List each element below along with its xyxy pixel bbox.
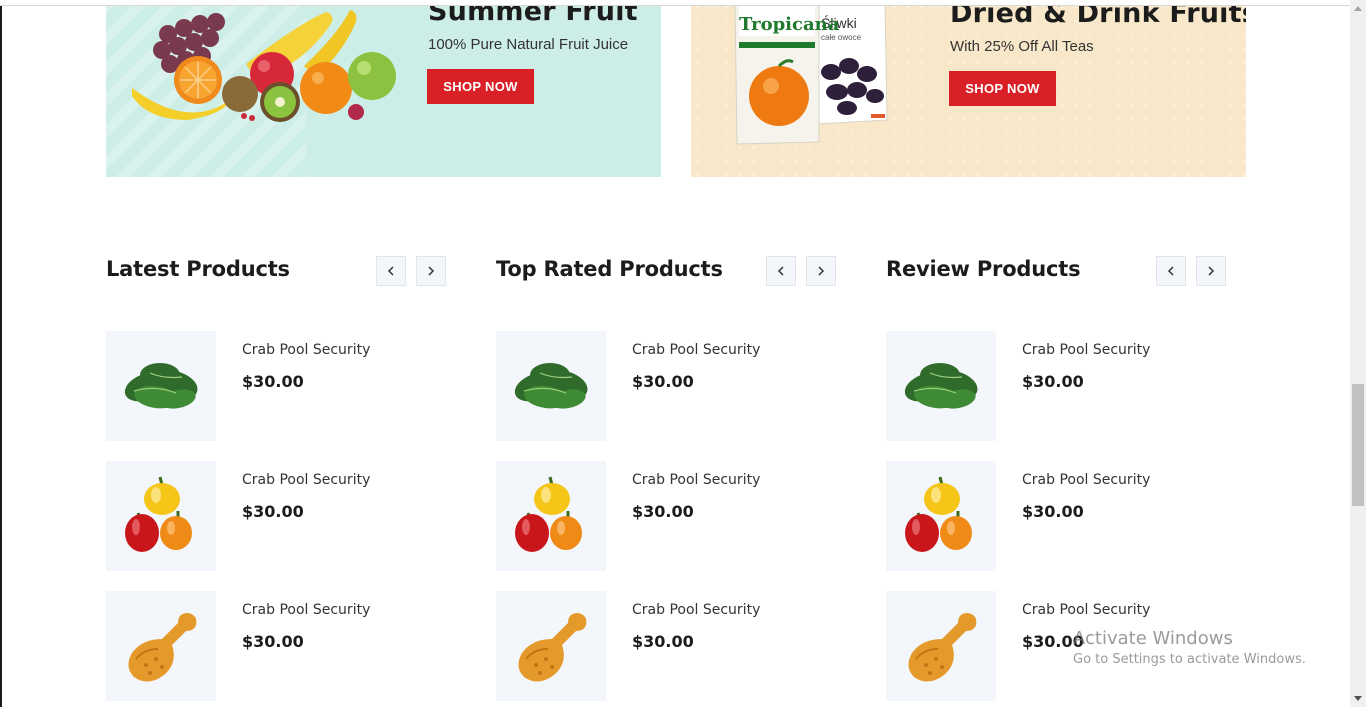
bell-peppers-image [896, 471, 986, 561]
product-price: $30.00 [632, 502, 694, 521]
scroll-down-arrow-icon[interactable] [1350, 690, 1366, 707]
section-title: Review Products [886, 257, 1081, 281]
chevron-left-icon [387, 266, 395, 276]
product-price: $30.00 [632, 372, 694, 391]
product-name[interactable]: Crab Pool Security [1022, 602, 1150, 618]
fried-chicken-image [506, 601, 596, 691]
juice-and-prunes-image: Śliwki całe owoce Tropicana [734, 0, 888, 145]
product-price: $30.00 [242, 502, 304, 521]
chevron-right-icon [427, 266, 435, 276]
chevron-right-icon [817, 266, 825, 276]
shop-now-button[interactable]: SHOP NOW [949, 71, 1056, 106]
product-thumbnail[interactable] [886, 331, 996, 441]
product-name[interactable]: Crab Pool Security [242, 602, 370, 618]
bell-peppers-image [506, 471, 596, 561]
product-price: $30.00 [1022, 502, 1084, 521]
watermark-title: Activate Windows [1073, 628, 1233, 649]
bell-peppers-image [116, 471, 206, 561]
product-name[interactable]: Crab Pool Security [632, 342, 760, 358]
product-price: $30.00 [242, 372, 304, 391]
product-thumbnail[interactable] [496, 461, 606, 571]
product-price: $30.00 [632, 632, 694, 651]
product-thumbnail[interactable] [106, 591, 216, 701]
product-name[interactable]: Crab Pool Security [242, 342, 370, 358]
product-item[interactable]: Crab Pool Security $30.00 [886, 331, 1226, 441]
banner-subtitle: With 25% Off All Teas [950, 38, 1094, 55]
product-thumbnail[interactable] [496, 591, 606, 701]
banner-summer-fruit[interactable]: Summer Fruit 100% Pure Natural Fruit Jui… [106, 0, 661, 177]
banner-dried-drink-fruits[interactable]: Śliwki całe owoce Tropicana Dried & Drin… [691, 0, 1246, 177]
product-thumbnail[interactable] [886, 461, 996, 571]
product-item[interactable]: Crab Pool Security $30.00 [496, 591, 836, 701]
product-thumbnail[interactable] [886, 591, 996, 701]
product-item[interactable]: Crab Pool Security $30.00 [106, 461, 446, 571]
product-thumbnail[interactable] [106, 331, 216, 441]
carousel-next-button[interactable] [1196, 256, 1226, 286]
spinach-image [896, 341, 986, 431]
product-name[interactable]: Crab Pool Security [1022, 472, 1150, 488]
section-title: Top Rated Products [496, 257, 723, 281]
product-item[interactable]: Crab Pool Security $30.00 [106, 591, 446, 701]
scroll-up-arrow-icon[interactable] [1350, 0, 1366, 17]
carousel-prev-button[interactable] [766, 256, 796, 286]
product-thumbnail[interactable] [496, 331, 606, 441]
banner-subtitle: 100% Pure Natural Fruit Juice [428, 36, 629, 53]
product-name[interactable]: Crab Pool Security [242, 472, 370, 488]
spinach-image [116, 341, 206, 431]
product-price: $30.00 [1022, 372, 1084, 391]
chevron-left-icon [1167, 266, 1175, 276]
juice-and-prunes-image-label: Tropicana [739, 14, 840, 35]
watermark-subtitle: Go to Settings to activate Windows. [1073, 652, 1306, 667]
shop-now-button[interactable]: SHOP NOW [427, 69, 534, 104]
product-name[interactable]: Crab Pool Security [632, 602, 760, 618]
window-left-edge [0, 0, 2, 707]
spinach-image [506, 341, 596, 431]
fried-chicken-image [116, 601, 206, 691]
product-name[interactable]: Crab Pool Security [1022, 342, 1150, 358]
chevron-left-icon [777, 266, 785, 276]
product-name[interactable]: Crab Pool Security [632, 472, 760, 488]
carousel-prev-button[interactable] [1156, 256, 1186, 286]
carousel-next-button[interactable] [416, 256, 446, 286]
product-thumbnail[interactable] [106, 461, 216, 571]
fried-chicken-image [896, 601, 986, 691]
product-item[interactable]: Crab Pool Security $30.00 [496, 461, 836, 571]
windows-activation-watermark: Activate Windows Go to Settings to activ… [1073, 628, 1306, 667]
product-item[interactable]: Crab Pool Security $30.00 [886, 461, 1226, 571]
product-item[interactable]: Crab Pool Security $30.00 [106, 331, 446, 441]
product-price: $30.00 [242, 632, 304, 651]
carousel-prev-button[interactable] [376, 256, 406, 286]
carousel-next-button[interactable] [806, 256, 836, 286]
fruit-basket-image [132, 10, 396, 122]
product-item[interactable]: Crab Pool Security $30.00 [496, 331, 836, 441]
section-title: Latest Products [106, 257, 290, 281]
window-top-edge [0, 0, 1350, 6]
scrollbar-thumb[interactable] [1352, 384, 1364, 506]
page-scrollbar[interactable] [1350, 0, 1366, 707]
chevron-right-icon [1207, 266, 1215, 276]
